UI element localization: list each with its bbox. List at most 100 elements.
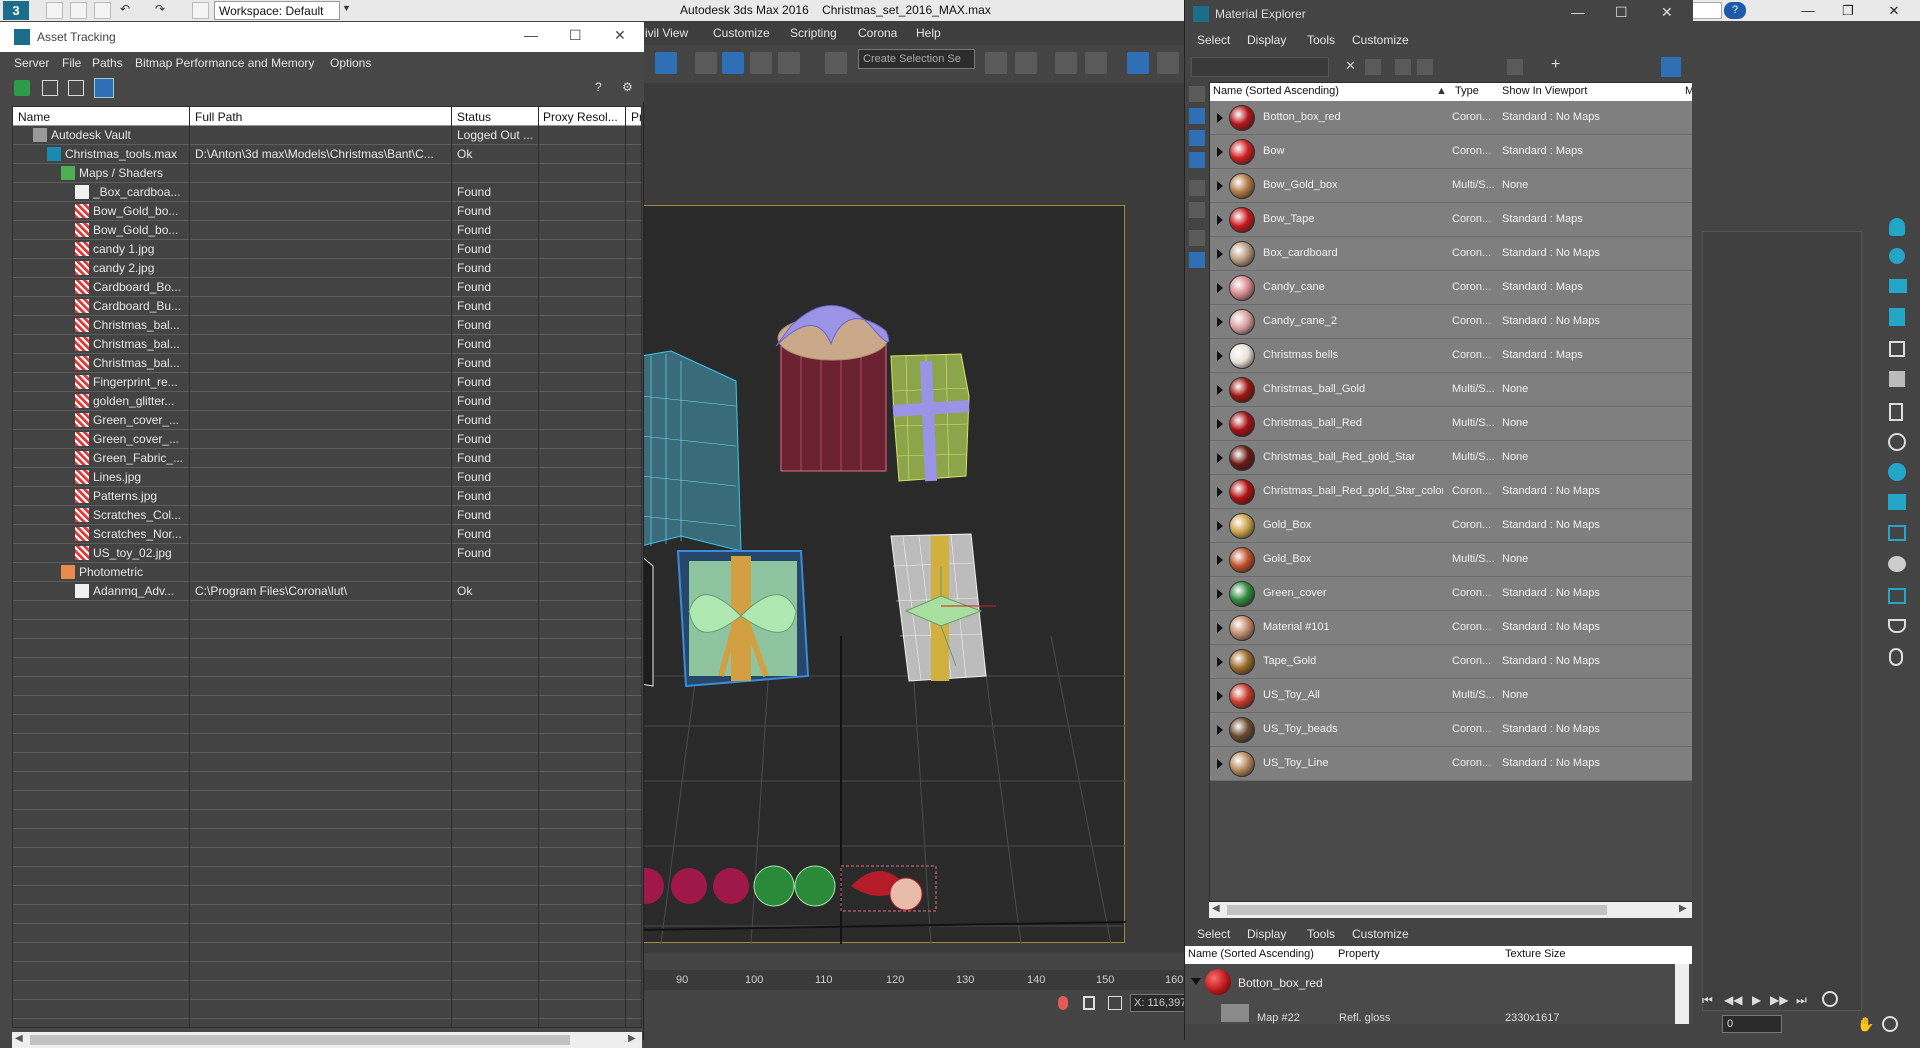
table-row[interactable]: Green_cover_... Found — [13, 430, 641, 449]
maximize-icon[interactable]: ☐ — [1615, 4, 1628, 21]
horizontal-scrollbar[interactable]: ◀ ▶ — [12, 1032, 642, 1048]
table-row[interactable]: Cardboard_Bo... Found — [13, 278, 641, 297]
settings-icon[interactable]: ⚙ — [622, 80, 638, 96]
expand-icon[interactable] — [1417, 59, 1433, 75]
bulb-icon[interactable] — [1889, 648, 1903, 666]
frame-field[interactable]: 0 — [1722, 1015, 1782, 1033]
scroll-left-icon[interactable]: ◀ — [15, 1033, 23, 1044]
display-all-icon[interactable] — [1189, 252, 1205, 268]
column-type[interactable]: Type — [1455, 85, 1495, 97]
list-icon[interactable] — [1889, 341, 1905, 357]
ribbon-toggle-icon[interactable] — [1127, 52, 1149, 74]
snap-3d-icon[interactable] — [695, 52, 717, 74]
expand-arrow-icon[interactable] — [1217, 351, 1223, 361]
align-icon[interactable] — [1015, 52, 1037, 74]
curve-editor-icon[interactable] — [1157, 52, 1179, 74]
column-name-sorted[interactable]: Name (Sorted Ascending) — [1213, 85, 1399, 97]
render-icon[interactable] — [1888, 525, 1906, 541]
x-coordinate-field[interactable]: X: 116,397 — [1130, 994, 1185, 1012]
filter-icon[interactable] — [1365, 59, 1381, 75]
table-view-icon[interactable] — [68, 80, 84, 96]
scene-explorer-icon[interactable] — [1085, 52, 1107, 74]
menu-tools[interactable]: Tools — [1307, 927, 1335, 941]
material-row[interactable]: Candy_cane_2 Coron... Standard : No Maps — [1210, 305, 1692, 339]
column-property[interactable]: Property — [1338, 948, 1380, 960]
material-row[interactable]: Gold_Box Multi/S... None — [1210, 543, 1692, 577]
table-row[interactable]: golden_glitter... Found — [13, 392, 641, 411]
previous-frame-icon[interactable]: ◀◀ — [1724, 993, 1742, 1007]
table-row[interactable]: candy 1.jpg Found — [13, 240, 641, 259]
go-to-start-icon[interactable]: ⏮ — [1702, 993, 1713, 1008]
lock-selection-icon[interactable] — [1083, 996, 1095, 1010]
expand-arrow-icon[interactable] — [1217, 759, 1223, 769]
material-name[interactable]: Botton_box_red — [1238, 976, 1323, 990]
menu-server[interactable]: Server — [14, 56, 49, 70]
table-row[interactable]: Autodesk Vault Logged Out ... — [13, 126, 641, 145]
percent-snap-icon[interactable] — [750, 52, 772, 74]
workspace-chevron-down-icon[interactable]: ▼ — [342, 3, 351, 13]
open-file-icon[interactable] — [70, 2, 87, 19]
camera-icon[interactable] — [1889, 279, 1907, 293]
display-sub-materials-icon[interactable] — [1189, 152, 1205, 168]
scroll-thumb[interactable] — [30, 1035, 570, 1045]
next-frame-icon[interactable]: ▶▶ — [1770, 993, 1788, 1007]
menu-scripting[interactable]: Scripting — [790, 26, 837, 40]
table-row[interactable]: Scratches_Nor... Found — [13, 525, 641, 544]
material-row[interactable]: Christmas bells Coron... Standard : Maps — [1210, 339, 1692, 373]
material-row[interactable]: Bow Coron... Standard : Maps — [1210, 135, 1692, 169]
material-explorer-titlebar[interactable]: Material Explorer — ☐ ✕ — [1185, 0, 1693, 28]
column-name-sorted[interactable]: Name (Sorted Ascending) — [1188, 948, 1328, 960]
display-icon[interactable] — [1888, 463, 1906, 481]
expand-arrow-icon[interactable] — [1217, 487, 1223, 497]
play-icon[interactable]: ▶ — [1752, 993, 1761, 1007]
expand-arrow-icon[interactable] — [1217, 521, 1223, 531]
minimize-icon[interactable]: — — [1571, 4, 1585, 20]
material-row[interactable]: Material #101 Coron... Standard : No Maps — [1210, 611, 1692, 645]
expand-arrow-icon[interactable] — [1217, 249, 1223, 259]
table-row[interactable]: Green_Fabric_... Found — [13, 449, 641, 468]
spinner-snap-icon[interactable] — [778, 52, 800, 74]
column-name[interactable]: Name — [18, 110, 188, 124]
menu-file[interactable]: File — [62, 56, 81, 70]
expand-arrow-icon[interactable] — [1217, 453, 1223, 463]
map-row[interactable]: Map #22 Refl. gloss 2330x1617 — [1185, 1004, 1665, 1024]
menu-customize[interactable]: Customize — [1352, 927, 1409, 941]
close-icon[interactable]: ✕ — [614, 27, 626, 44]
mirror-icon[interactable] — [985, 52, 1007, 74]
table-row[interactable]: Photometric — [13, 563, 641, 582]
expand-arrow-icon[interactable] — [1217, 725, 1223, 735]
table-row[interactable]: Fingerprint_re... Found — [13, 373, 641, 392]
redo-icon[interactable]: ↷ — [155, 2, 172, 19]
close-icon[interactable]: ✕ — [1876, 0, 1912, 21]
table-row[interactable]: US_toy_02.jpg Found — [13, 544, 641, 563]
workspace-dropdown[interactable]: Workspace: Default — [214, 1, 340, 20]
table-row[interactable]: Green_cover_... Found — [13, 411, 641, 430]
sun-icon[interactable] — [1889, 248, 1905, 264]
minimize-icon[interactable]: — — [524, 27, 538, 43]
table-row[interactable]: Bow_Gold_bo... Found — [13, 202, 641, 221]
menu-display[interactable]: Display — [1247, 33, 1286, 47]
key-icon[interactable] — [1058, 996, 1068, 1010]
expand-arrow-icon[interactable] — [1217, 691, 1223, 701]
table-row[interactable]: Adanmq_Adv... C:\Program Files\Corona\lut… — [13, 582, 641, 601]
expand-arrow-icon[interactable] — [1217, 589, 1223, 599]
save-file-icon[interactable] — [94, 2, 111, 19]
column-status[interactable]: Status — [457, 110, 541, 124]
material-row[interactable]: Christmas_ball_Gold Multi/S... None — [1210, 373, 1692, 407]
list-view-icon[interactable] — [42, 80, 58, 96]
display-maps-icon[interactable] — [1189, 108, 1205, 124]
edit-named-selection-icon[interactable] — [825, 52, 847, 74]
search-field[interactable] — [1692, 2, 1722, 19]
timeline-ruler[interactable]: 90 100 110 120 130 140 150 160 — [640, 970, 1185, 990]
table-row[interactable]: Patterns.jpg Found — [13, 487, 641, 506]
material-row[interactable]: Christmas_ball_Red_gold_Star Multi/S... No… — [1210, 441, 1692, 475]
table-row[interactable]: Lines.jpg Found — [13, 468, 641, 487]
perspective-viewport[interactable] — [640, 205, 1126, 944]
material-row[interactable]: Christmas_ball_Red_gold_Star_color Coron.… — [1210, 475, 1692, 509]
material-row[interactable]: Bow_Gold_box Multi/S... None — [1210, 169, 1692, 203]
display-options-icon[interactable] — [1661, 57, 1681, 77]
expand-arrow-icon[interactable] — [1217, 385, 1223, 395]
expand-arrow-icon[interactable] — [1217, 555, 1223, 565]
horizontal-scrollbar[interactable]: ◀ ▶ — [1209, 902, 1693, 918]
menu-bitmap-performance[interactable]: Bitmap Performance and Memory — [135, 56, 314, 70]
